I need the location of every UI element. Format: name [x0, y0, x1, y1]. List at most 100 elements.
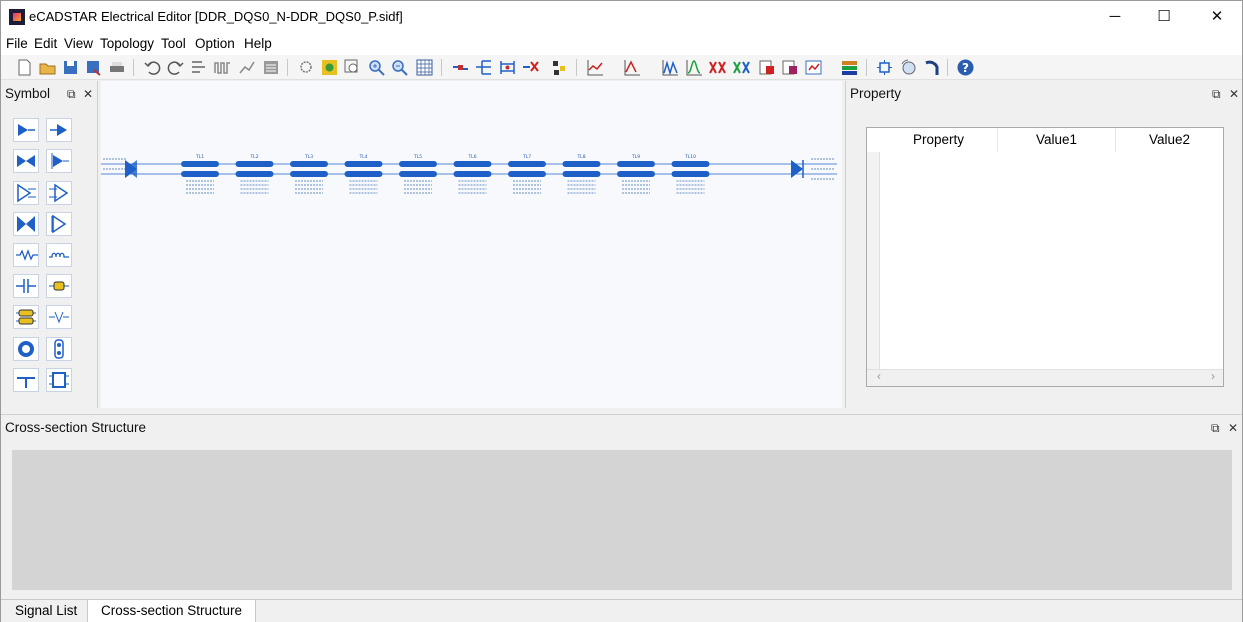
layer-stack-icon[interactable]: [840, 58, 859, 77]
tl-segment-bottom[interactable]: [181, 171, 219, 177]
tl-segment-label[interactable]: TL4: [358, 154, 367, 160]
minimize-button[interactable]: ─: [1092, 1, 1138, 33]
cluster-icon[interactable]: [550, 58, 569, 77]
tl-segment-label[interactable]: TL10: [684, 154, 696, 160]
tl-segment-top[interactable]: [399, 161, 437, 167]
tl-segment-label[interactable]: TL7: [522, 154, 531, 160]
property-close-icon[interactable]: ✕: [1229, 81, 1239, 107]
report-icon[interactable]: [757, 58, 776, 77]
tl-segment-top[interactable]: [290, 161, 328, 167]
pad-icon[interactable]: [46, 337, 72, 361]
cross-section-view[interactable]: [12, 450, 1232, 590]
branch-icon[interactable]: [474, 58, 493, 77]
return-icon[interactable]: [922, 58, 941, 77]
tl-segment-top[interactable]: [453, 161, 492, 167]
report2-icon[interactable]: [780, 58, 799, 77]
menu-help[interactable]: Help: [244, 36, 272, 51]
tl-segment-top[interactable]: [671, 161, 710, 167]
scroll-right-icon[interactable]: ›: [1211, 369, 1215, 383]
zoom-fit-icon[interactable]: [320, 58, 339, 77]
menu-edit[interactable]: Edit: [34, 36, 57, 51]
tl-segment-label[interactable]: TL3: [304, 154, 313, 160]
close-button[interactable]: ✕: [1194, 1, 1240, 33]
resistor-icon[interactable]: [13, 243, 39, 267]
topology-canvas[interactable]: TL1 TL2 TL3 TL4 TL5 TL6 TL7 TL8 TL9 TL10: [101, 81, 842, 408]
net-icon[interactable]: [498, 58, 517, 77]
waveform-view-icon[interactable]: [661, 58, 680, 77]
tl-segment-top[interactable]: [617, 161, 655, 167]
chart-dropdown-icon[interactable]: [586, 58, 605, 77]
list-icon[interactable]: [261, 58, 280, 77]
tl-segment-top[interactable]: [508, 161, 546, 167]
symbol-close-icon[interactable]: ✕: [83, 81, 93, 107]
save-icon[interactable]: [61, 58, 80, 77]
tl-segment-top[interactable]: [181, 161, 219, 167]
diff-receiver-icon[interactable]: [46, 181, 72, 205]
export-dropdown-icon[interactable]: [804, 58, 823, 77]
zoom-in-icon[interactable]: [367, 58, 386, 77]
bidirectional-icon[interactable]: [13, 149, 39, 173]
tl-segment-top[interactable]: [344, 161, 383, 167]
tl-segment-bottom[interactable]: [453, 171, 492, 177]
waveform-icon[interactable]: [213, 58, 232, 77]
transmission-line-icon[interactable]: [13, 305, 39, 329]
diff-bidir-icon[interactable]: [13, 212, 39, 236]
new-file-icon[interactable]: [15, 58, 34, 77]
zoom-window-icon[interactable]: [343, 58, 362, 77]
xx-icon[interactable]: [708, 58, 727, 77]
menu-file[interactable]: File: [6, 36, 28, 51]
property-grid[interactable]: Property Value1 Value2 ‹ ›: [866, 127, 1224, 387]
cross-section-restore-icon[interactable]: ⧉: [1211, 415, 1220, 441]
tl-segment-bottom[interactable]: [562, 171, 601, 177]
package-icon[interactable]: [46, 368, 72, 392]
symbol-restore-icon[interactable]: ⧉: [67, 81, 76, 107]
tl-segment-label[interactable]: TL6: [467, 154, 476, 160]
diff-pair-icon[interactable]: [46, 212, 72, 236]
help-icon[interactable]: ?: [956, 58, 975, 77]
property-restore-icon[interactable]: ⧉: [1212, 81, 1221, 107]
coupled-line-icon[interactable]: [46, 305, 72, 329]
zoom-out-icon[interactable]: [390, 58, 409, 77]
tl-segment-bottom[interactable]: [508, 171, 546, 177]
menu-option[interactable]: Option: [195, 36, 235, 51]
menu-view[interactable]: View: [64, 36, 93, 51]
terminator-icon[interactable]: [13, 368, 39, 392]
menu-topology[interactable]: Topology: [100, 36, 154, 51]
tl-segment-label[interactable]: TL1: [195, 154, 204, 160]
scroll-left-icon[interactable]: ‹: [877, 369, 881, 383]
tl-segment-label[interactable]: TL8: [576, 154, 585, 160]
maximize-button[interactable]: ☐: [1141, 1, 1187, 33]
tl-segment-bottom[interactable]: [617, 171, 655, 177]
tl-segment-label[interactable]: TL5: [413, 154, 422, 160]
tl-segment-top[interactable]: [235, 161, 274, 167]
tl-segment-bottom[interactable]: [290, 171, 328, 177]
tab-signal-list[interactable]: Signal List: [2, 600, 90, 622]
zoom-area-icon[interactable]: [297, 58, 316, 77]
settings-icon[interactable]: [875, 58, 894, 77]
horizontal-scrollbar[interactable]: ‹ ›: [867, 369, 1223, 386]
menu-tool[interactable]: Tool: [161, 36, 186, 51]
capacitor-icon[interactable]: [13, 274, 39, 298]
connector-icon[interactable]: [46, 274, 72, 298]
print-icon[interactable]: [107, 58, 126, 77]
value1-column-header[interactable]: Value1: [998, 128, 1116, 152]
diff-driver-icon[interactable]: [13, 181, 39, 205]
via-icon[interactable]: [13, 337, 39, 361]
delete-net-icon[interactable]: [521, 58, 540, 77]
driver-icon[interactable]: [13, 118, 39, 142]
tl-segment-bottom[interactable]: [235, 171, 274, 177]
save-as-icon[interactable]: [84, 58, 103, 77]
redo-icon[interactable]: [166, 58, 185, 77]
route-icon[interactable]: [237, 58, 256, 77]
value2-column-header[interactable]: Value2: [1116, 128, 1223, 152]
connect-icon[interactable]: [451, 58, 470, 77]
driver-diff-icon[interactable]: [46, 149, 72, 173]
tl-segment-top[interactable]: [562, 161, 601, 167]
rotate-icon[interactable]: [899, 58, 918, 77]
tl-segment-bottom[interactable]: [671, 171, 710, 177]
tl-segment-bottom[interactable]: [344, 171, 383, 177]
tab-cross-section-structure[interactable]: Cross-section Structure: [87, 600, 257, 622]
align-icon[interactable]: [189, 58, 208, 77]
inductor-icon[interactable]: [46, 243, 72, 267]
spectrum-icon[interactable]: [685, 58, 704, 77]
